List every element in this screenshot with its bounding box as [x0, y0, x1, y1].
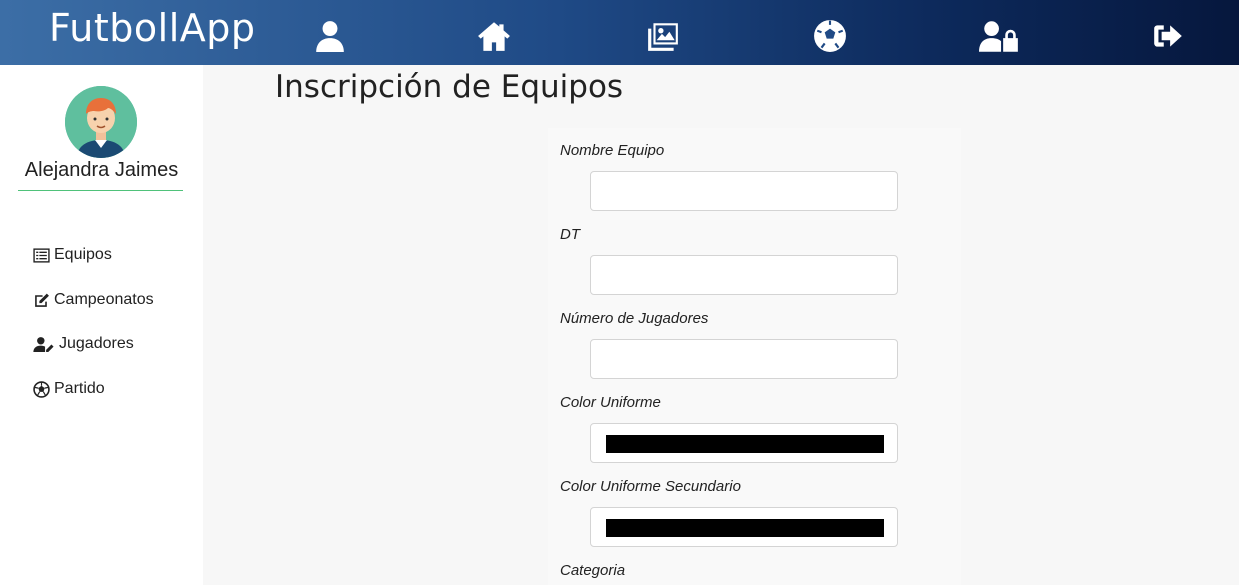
dt-input[interactable]	[590, 255, 898, 295]
team-name-label: Nombre Equipo	[560, 142, 665, 159]
uniform-color-label: Color Uniforme	[560, 394, 661, 411]
avatar-image	[65, 86, 137, 158]
players-count-input[interactable]	[590, 339, 898, 379]
top-navbar: FutbollApp	[0, 0, 1239, 65]
uniform-color-swatch	[606, 435, 884, 453]
sidebar-item-label: Jugadores	[59, 335, 134, 352]
team-name-input[interactable]	[590, 171, 898, 211]
sidebar-item-equipos[interactable]: Equipos	[33, 243, 112, 267]
category-label: Categoria	[560, 562, 626, 579]
sidebar-item-campeonatos[interactable]: Campeonatos	[33, 288, 154, 312]
divider	[18, 190, 183, 191]
players-count-label: Número de Jugadores	[560, 310, 709, 327]
gallery-icon[interactable]	[645, 18, 681, 54]
user-edit-icon	[33, 336, 54, 352]
sign-out-icon[interactable]	[1150, 18, 1186, 54]
list-icon	[33, 247, 50, 263]
secondary-color-label: Color Uniforme Secundario	[560, 478, 741, 495]
soccer-ball-icon[interactable]	[812, 18, 848, 54]
page-title: Inscripción de Equipos	[275, 69, 624, 105]
user-lock-icon[interactable]	[978, 18, 1022, 54]
sidebar-item-jugadores[interactable]: Jugadores	[33, 332, 134, 356]
uniform-color-input[interactable]	[590, 423, 898, 463]
dt-label: DT	[560, 226, 580, 243]
secondary-color-input[interactable]	[590, 507, 898, 547]
sidebar-item-label: Campeonatos	[54, 291, 154, 308]
main-content: Inscripción de Equipos Nombre Equipo DT …	[203, 65, 1239, 585]
team-registration-form: Nombre Equipo DT Número de Jugadores Col…	[548, 128, 961, 585]
avatar	[65, 86, 137, 158]
sidebar: Alejandra Jaimes Equipos Campeonatos Jug…	[0, 65, 203, 585]
soccer-ball-icon	[33, 380, 50, 398]
sidebar-item-label: Partido	[54, 380, 105, 397]
secondary-color-swatch	[606, 519, 884, 537]
user-name: Alejandra Jaimes	[24, 159, 179, 181]
edit-icon	[35, 293, 49, 307]
sidebar-item-partido[interactable]: Partido	[33, 377, 105, 401]
brand-title[interactable]: FutbollApp	[49, 6, 256, 50]
sidebar-item-label: Equipos	[54, 246, 112, 263]
user-icon[interactable]	[312, 18, 348, 54]
home-icon[interactable]	[476, 18, 512, 54]
